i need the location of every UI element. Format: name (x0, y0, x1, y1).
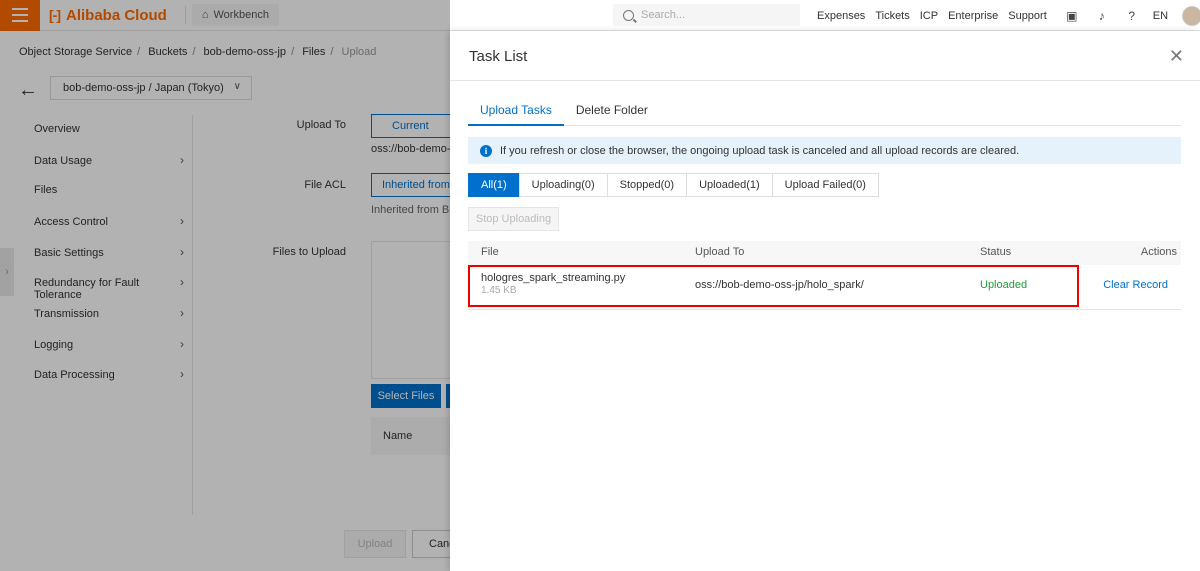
close-icon[interactable]: ✕ (1169, 47, 1184, 65)
filter-stopped[interactable]: Stopped(0) (606, 173, 688, 197)
task-table-header: File Upload To Status Actions (468, 241, 1181, 265)
bell-icon[interactable]: ♪ (1095, 9, 1109, 23)
nav-tickets[interactable]: Tickets (875, 10, 909, 22)
notice-text: If you refresh or close the browser, the… (500, 144, 1020, 157)
column-actions: Actions (1140, 246, 1177, 258)
tab-delete-folder[interactable]: Delete Folder (564, 102, 660, 126)
column-file: File (481, 246, 499, 258)
top-nav-links: Expenses Tickets ICP Enterprise Support … (817, 0, 1200, 31)
search-input[interactable]: Search... (613, 4, 800, 26)
nav-expenses[interactable]: Expenses (817, 10, 865, 22)
search-icon (623, 9, 634, 21)
help-icon[interactable]: ? (1125, 9, 1139, 23)
info-icon: i (480, 144, 492, 157)
task-list-drawer: Task List ✕ Upload Tasks Delete Folder i… (450, 31, 1200, 571)
filter-all[interactable]: All(1) (468, 173, 520, 197)
stop-uploading-button[interactable]: Stop Uploading (468, 207, 559, 231)
clear-record-link[interactable]: Clear Record (1103, 279, 1168, 291)
filter-uploading[interactable]: Uploading(0) (518, 173, 608, 197)
highlight-box (468, 265, 1079, 307)
nav-icp[interactable]: ICP (920, 10, 938, 22)
filter-uploaded[interactable]: Uploaded(1) (686, 173, 773, 197)
search-placeholder: Search... (641, 9, 686, 21)
info-notice: i If you refresh or close the browser, t… (468, 137, 1181, 164)
nav-enterprise[interactable]: Enterprise (948, 10, 998, 22)
status-filter-group: All(1) Uploading(0) Stopped(0) Uploaded(… (468, 173, 879, 197)
drawer-title: Task List (469, 48, 528, 65)
avatar[interactable] (1182, 5, 1200, 26)
column-upload-to: Upload To (695, 246, 745, 258)
language-selector[interactable]: EN (1153, 10, 1168, 22)
tab-upload-tasks[interactable]: Upload Tasks (468, 102, 564, 126)
task-tabs: Upload Tasks Delete Folder (468, 102, 1181, 126)
drawer-header: Task List ✕ (450, 31, 1200, 81)
column-status: Status (980, 246, 1012, 258)
filter-upload-failed[interactable]: Upload Failed(0) (771, 173, 879, 197)
modal-overlay[interactable] (0, 0, 450, 571)
nav-support[interactable]: Support (1008, 10, 1047, 22)
terminal-icon[interactable]: ▣ (1065, 9, 1079, 23)
